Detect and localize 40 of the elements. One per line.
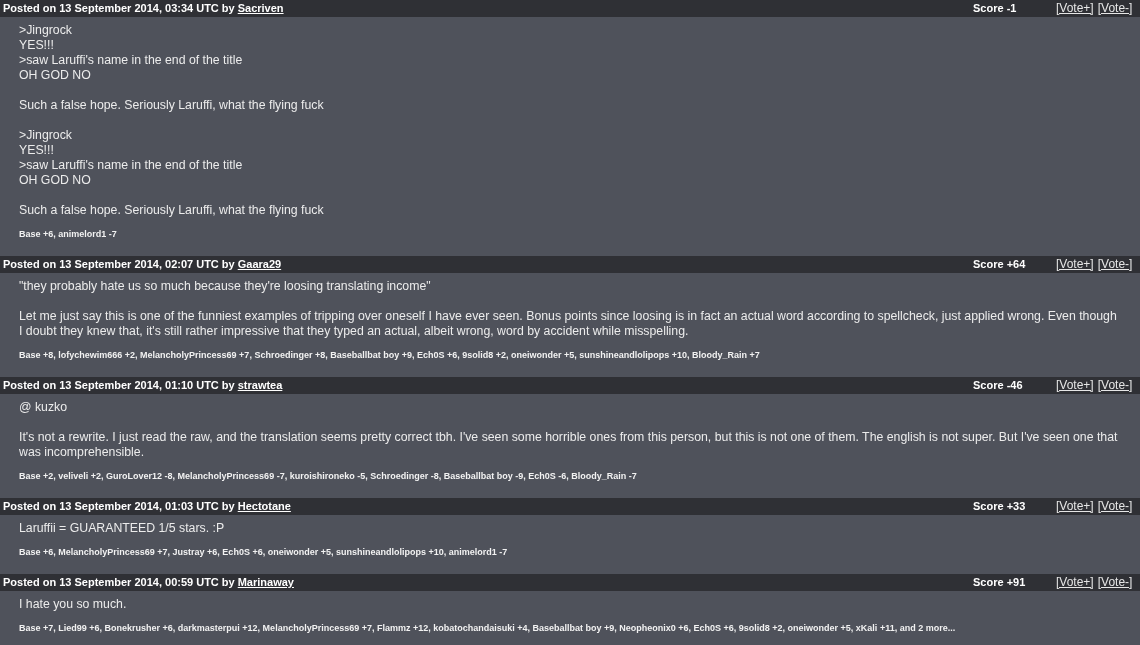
post-score: Score +64 xyxy=(973,257,1027,272)
vote-down-link[interactable]: [Vote-] xyxy=(1097,256,1133,273)
author-link[interactable]: Gaara29 xyxy=(237,256,282,273)
vote-list: Base +8, lofychewim666 +2, MelancholyPrincess69 +7, Schroedinger +8, Baseballbat boy +9, Ech0S +6, 9solid8 +2, oneiwonder +5, sunshineandlolipops +10, Bloody_Rain +7 xyxy=(19,349,1119,361)
vote-list: Base +6, animelord1 -7 xyxy=(19,228,1119,240)
vote-down-link[interactable]: [Vote-] xyxy=(1097,498,1133,515)
comment-text: "they probably hate us so much because they're loosing translating income" xyxy=(19,279,432,294)
post-score: Score -46 xyxy=(973,378,1024,393)
vote-up-link[interactable]: [Vote+] xyxy=(1056,256,1094,273)
post-date: Posted on 13 September 2014, 01:03 UTC by xyxy=(3,499,235,514)
vote-up-link[interactable]: [Vote+] xyxy=(1056,574,1094,591)
comment-text: Let me just say this is one of the funniest examples of tripping over oneself I have ever seen. Bonus points since loosing is in fact an actual word according to spellcheck, just applied wrong. Even though I doubt they knew that, it's still rather impressive that they typed an actual, albeit wrong, word by accident while misspelling. xyxy=(19,309,1118,339)
comment-text: >Jingrock YES!!! >saw Laruffi's name in the end of the title OH GOD NO xyxy=(19,128,244,188)
vote-up-link[interactable]: [Vote+] xyxy=(1056,377,1094,394)
comment-text: >Jingrock YES!!! >saw Laruffi's name in the end of the title OH GOD NO xyxy=(19,23,244,83)
comment-text: @ kuzko xyxy=(19,400,69,415)
vote-list: Base +6, MelancholyPrincess69 +7, Justray +6, Ech0S +6, oneiwonder +5, sunshineandlolipops +10, animelord1 -7 xyxy=(19,546,1119,558)
post-score: Score +91 xyxy=(973,575,1027,590)
vote-up-link[interactable]: [Vote+] xyxy=(1056,498,1094,515)
author-link[interactable]: Sacriven xyxy=(237,0,284,17)
post-date: Posted on 13 September 2014, 00:59 UTC by xyxy=(3,575,235,590)
comment-text: It's not a rewrite. I just read the raw, and the translation seems pretty correct tbh. I've seen some horrible ones from this person, but this is not one of them. The english is not super. But I've seen one that was incomprehensible. xyxy=(19,430,1119,460)
post-score: Score -1 xyxy=(973,1,1018,16)
vote-up-link[interactable]: [Vote+] xyxy=(1056,0,1094,17)
vote-down-link[interactable]: [Vote-] xyxy=(1097,0,1133,17)
post-date: Posted on 13 September 2014, 01:10 UTC by xyxy=(3,378,235,393)
comment-text: Such a false hope. Seriously Laruffi, what the flying fuck xyxy=(19,203,325,218)
vote-list: Base +2, veliveli +2, GuroLover12 -8, MelancholyPrincess69 -7, kuroishironeko -5, Schroedinger -8, Baseballbat boy -9, Ech0S -6, Bloody_Rain -7 xyxy=(19,470,1119,482)
vote-down-link[interactable]: [Vote-] xyxy=(1097,377,1133,394)
comment-text: Laruffii = GUARANTEED 1/5 stars. :P xyxy=(19,521,226,536)
comment-text: I hate you so much. xyxy=(19,597,128,612)
vote-down-link[interactable]: [Vote-] xyxy=(1097,574,1133,591)
author-link[interactable]: Hectotane xyxy=(237,498,291,515)
post-score: Score +33 xyxy=(973,499,1027,514)
vote-list: Base +7, Lied99 +6, Bonekrusher +6, darkmasterpui +12, MelancholyPrincess69 +7, Flammz +12, kobatochandaisuki +4, Baseballbat boy +9, Neopheonix0 +6, Ech0S +6, 9solid8 +2, oneiwonder +5, xKali +11, and 2 more... xyxy=(19,622,1119,634)
comment-text: Such a false hope. Seriously Laruffi, what the flying fuck xyxy=(19,98,325,113)
author-link[interactable]: Marinaway xyxy=(237,574,294,591)
author-link[interactable]: strawtea xyxy=(237,377,283,394)
post-date: Posted on 13 September 2014, 03:34 UTC by xyxy=(3,1,235,16)
post-date: Posted on 13 September 2014, 02:07 UTC by xyxy=(3,257,235,272)
